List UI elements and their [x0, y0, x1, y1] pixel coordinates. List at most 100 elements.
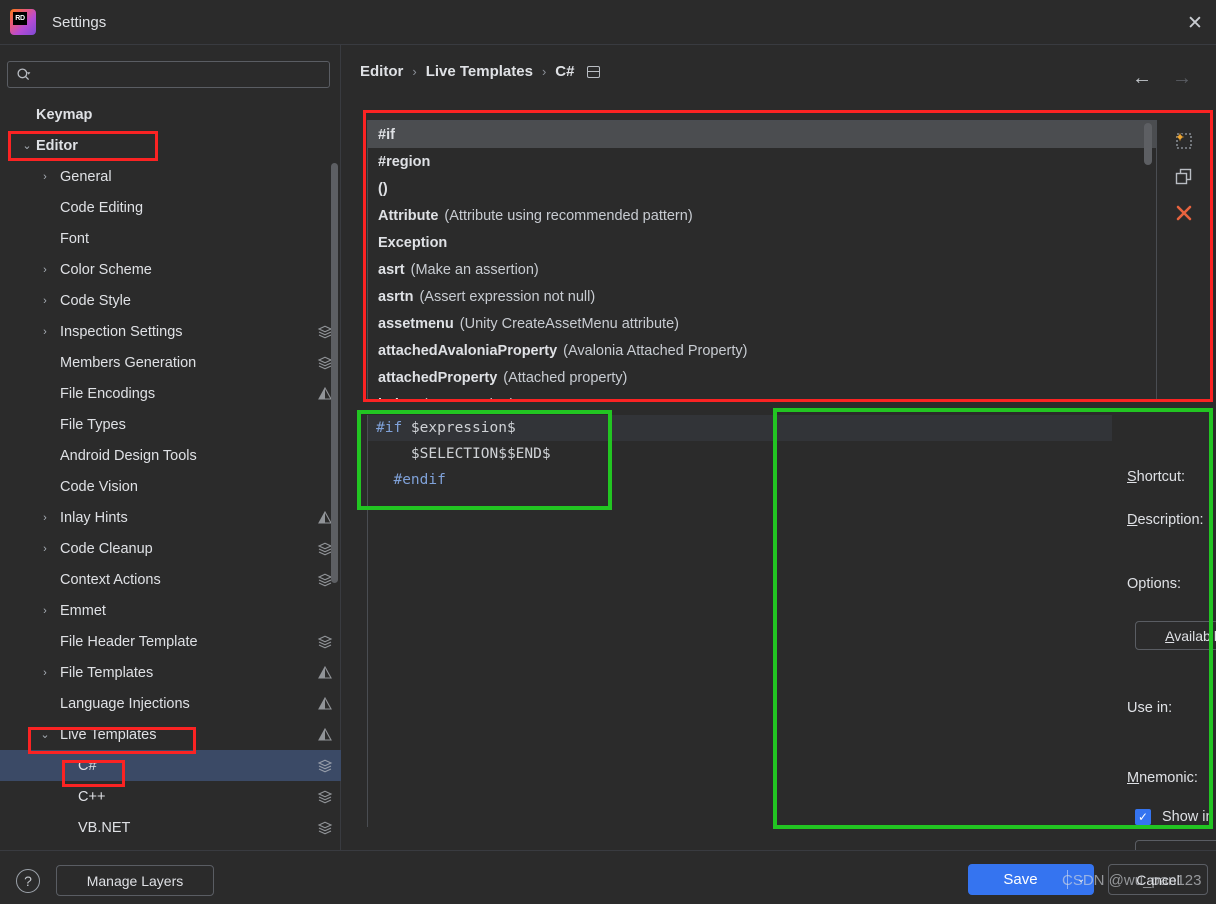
template-list-item[interactable]: baker (DOTS Baker): [368, 391, 1156, 402]
layers-icon: [317, 634, 333, 650]
search-input[interactable]: [32, 67, 329, 82]
sidebar-item-c[interactable]: C++: [0, 781, 341, 812]
sidebar-item-label: Code Vision: [60, 478, 138, 495]
breadcrumb-item-csharp[interactable]: C#: [555, 63, 574, 80]
sidebar-item-general[interactable]: › General: [0, 161, 341, 192]
help-icon[interactable]: ?: [16, 869, 40, 893]
sidebar-item-label: Code Editing: [60, 199, 144, 216]
arrow-left-icon[interactable]: ←: [1132, 67, 1152, 90]
template-list-item[interactable]: #if: [368, 121, 1156, 148]
template-list-item[interactable]: asrtn (Assert expression not null): [368, 283, 1156, 310]
window-title: Settings: [52, 13, 107, 31]
sidebar-item-file-templates[interactable]: › File Templates: [0, 657, 341, 688]
chevron-right-icon[interactable]: ›: [38, 295, 52, 307]
sidebar-item-label: Editor: [36, 137, 78, 154]
template-list-scrollbar[interactable]: [1144, 123, 1152, 165]
shortcut-label: Shortcut:: [1127, 469, 1186, 485]
content-pane: Editor › Live Templates › C# ← → #if #reg…: [342, 45, 1216, 869]
layers-icon: [317, 759, 333, 772]
layers-icon: [317, 758, 333, 774]
sidebar-item-color-scheme[interactable]: › Color Scheme: [0, 254, 341, 285]
editor-line: #endif: [368, 467, 772, 493]
manage-layers-label: Manage Layers: [86, 872, 184, 889]
sidebar-item-file-header-template[interactable]: File Header Template: [0, 626, 341, 657]
chevron-down-icon[interactable]: ⌄: [1068, 874, 1094, 885]
template-name: assetmenu: [378, 315, 454, 332]
sidebar-item-code-cleanup[interactable]: › Code Cleanup: [0, 533, 341, 564]
sidebar-item-c[interactable]: C#: [0, 750, 341, 781]
sidebar-item-keymap[interactable]: Keymap: [0, 99, 341, 130]
scope-icon[interactable]: [587, 65, 601, 78]
breadcrumb-item-editor[interactable]: Editor: [360, 63, 403, 80]
close-icon[interactable]: ✕: [1180, 8, 1210, 38]
sidebar-item-editor[interactable]: ⌄ Editor: [0, 130, 341, 161]
sidebar-item-code-style[interactable]: › Code Style: [0, 285, 341, 316]
chevron-right-icon[interactable]: ›: [38, 171, 52, 183]
template-description: (Attached property): [503, 369, 628, 386]
arrow-right-icon[interactable]: →: [1172, 67, 1192, 90]
sidebar-item-language-injections[interactable]: Language Injections: [0, 688, 341, 719]
add-template-button[interactable]: [1166, 123, 1202, 159]
sidebar-item-inspection-settings[interactable]: › Inspection Settings: [0, 316, 341, 347]
search-box[interactable]: [7, 61, 330, 88]
cancel-button[interactable]: Cancel: [1108, 864, 1208, 895]
template-list-item[interactable]: Attribute (Attribute using recommended pa…: [368, 202, 1156, 229]
template-list-item[interactable]: attachedAvaloniaProperty (Avalonia Attach…: [368, 337, 1156, 364]
template-name: Attribute: [378, 207, 439, 224]
sidebar-item-file-types[interactable]: File Types: [0, 409, 341, 440]
chevron-down-icon[interactable]: ⌄: [20, 139, 34, 152]
template-name: asrtn: [378, 288, 414, 305]
chevron-right-icon[interactable]: ›: [38, 605, 52, 617]
prism-icon: [317, 665, 333, 681]
chevron-right-icon[interactable]: ›: [38, 543, 52, 555]
remove-x-icon: [1176, 205, 1192, 221]
template-list-item[interactable]: (): [368, 175, 1156, 202]
editor-line: #if $expression$: [368, 415, 772, 441]
sidebar-item-label: Keymap: [36, 106, 93, 123]
sidebar-item-inlay-hints[interactable]: › Inlay Hints: [0, 502, 341, 533]
copy-template-button[interactable]: [1166, 159, 1202, 195]
sidebar-item-android-design-tools[interactable]: Android Design Tools: [0, 440, 341, 471]
manage-layers-button[interactable]: Manage Layers: [56, 865, 214, 896]
sidebar-item-members-generation[interactable]: Members Generation: [0, 347, 341, 378]
template-description: (Unity CreateAssetMenu attribute): [459, 315, 679, 332]
layers-icon: [317, 789, 333, 805]
sidebar-item-live-templates[interactable]: ⌄ Live Templates: [0, 719, 341, 750]
cancel-label: Cancel: [1136, 871, 1180, 888]
chevron-right-icon[interactable]: ›: [38, 264, 52, 276]
template-name: Exception: [378, 234, 448, 251]
breadcrumb-item-live-templates[interactable]: Live Templates: [426, 63, 533, 80]
chevron-right-icon[interactable]: ›: [38, 326, 52, 338]
sidebar-item-emmet[interactable]: › Emmet: [0, 595, 341, 626]
template-list[interactable]: #if #region () Attribute (Attribute using re…: [367, 120, 1157, 402]
description-label: Description:: [1127, 512, 1204, 528]
show-in-context-action-checkbox[interactable]: [1135, 809, 1151, 825]
sidebar-item-label: File Encodings: [60, 385, 156, 402]
chevron-right-icon[interactable]: ›: [38, 512, 52, 524]
template-list-item[interactable]: asrt (Make an assertion): [368, 256, 1156, 283]
sidebar-item-file-encodings[interactable]: File Encodings: [0, 378, 341, 409]
remove-template-button[interactable]: [1166, 195, 1202, 231]
sidebar-item-context-actions[interactable]: Context Actions: [0, 564, 341, 595]
settings-sidebar: Keymap ⌄ Editor › General Code Editing Font › Co…: [0, 45, 341, 850]
availability-button[interactable]: Availability:: [1135, 621, 1216, 650]
save-button[interactable]: Save ⌄: [968, 864, 1094, 895]
template-description: (Assert expression not null): [419, 288, 596, 305]
sidebar-item-code-editing[interactable]: Code Editing: [0, 192, 341, 223]
template-list-item[interactable]: assetmenu (Unity CreateAssetMenu attribut…: [368, 310, 1156, 337]
chevron-right-icon[interactable]: ›: [38, 667, 52, 679]
template-text-editor[interactable]: #if $expression$ $SELECTION$$END$ #endif: [367, 415, 772, 827]
template-list-item[interactable]: attachedProperty (Attached property): [368, 364, 1156, 391]
sidebar-item-font[interactable]: Font: [0, 223, 341, 254]
sidebar-item-code-vision[interactable]: Code Vision: [0, 471, 341, 502]
template-properties-panel: Shortcut: Description: Options: Reformat…: [1119, 457, 1216, 875]
chevron-down-icon[interactable]: ⌄: [38, 728, 52, 741]
template-list-item[interactable]: #region: [368, 148, 1156, 175]
show-context-action-row[interactable]: Show in context action: [1135, 809, 1216, 825]
prism-icon: [318, 727, 332, 741]
template-name: attachedProperty: [378, 369, 498, 386]
sidebar-item-label: VB.NET: [78, 819, 131, 836]
sidebar-item-vb-net[interactable]: VB.NET: [0, 812, 341, 843]
sidebar-scrollbar[interactable]: [331, 163, 338, 583]
template-list-item[interactable]: Exception: [368, 229, 1156, 256]
